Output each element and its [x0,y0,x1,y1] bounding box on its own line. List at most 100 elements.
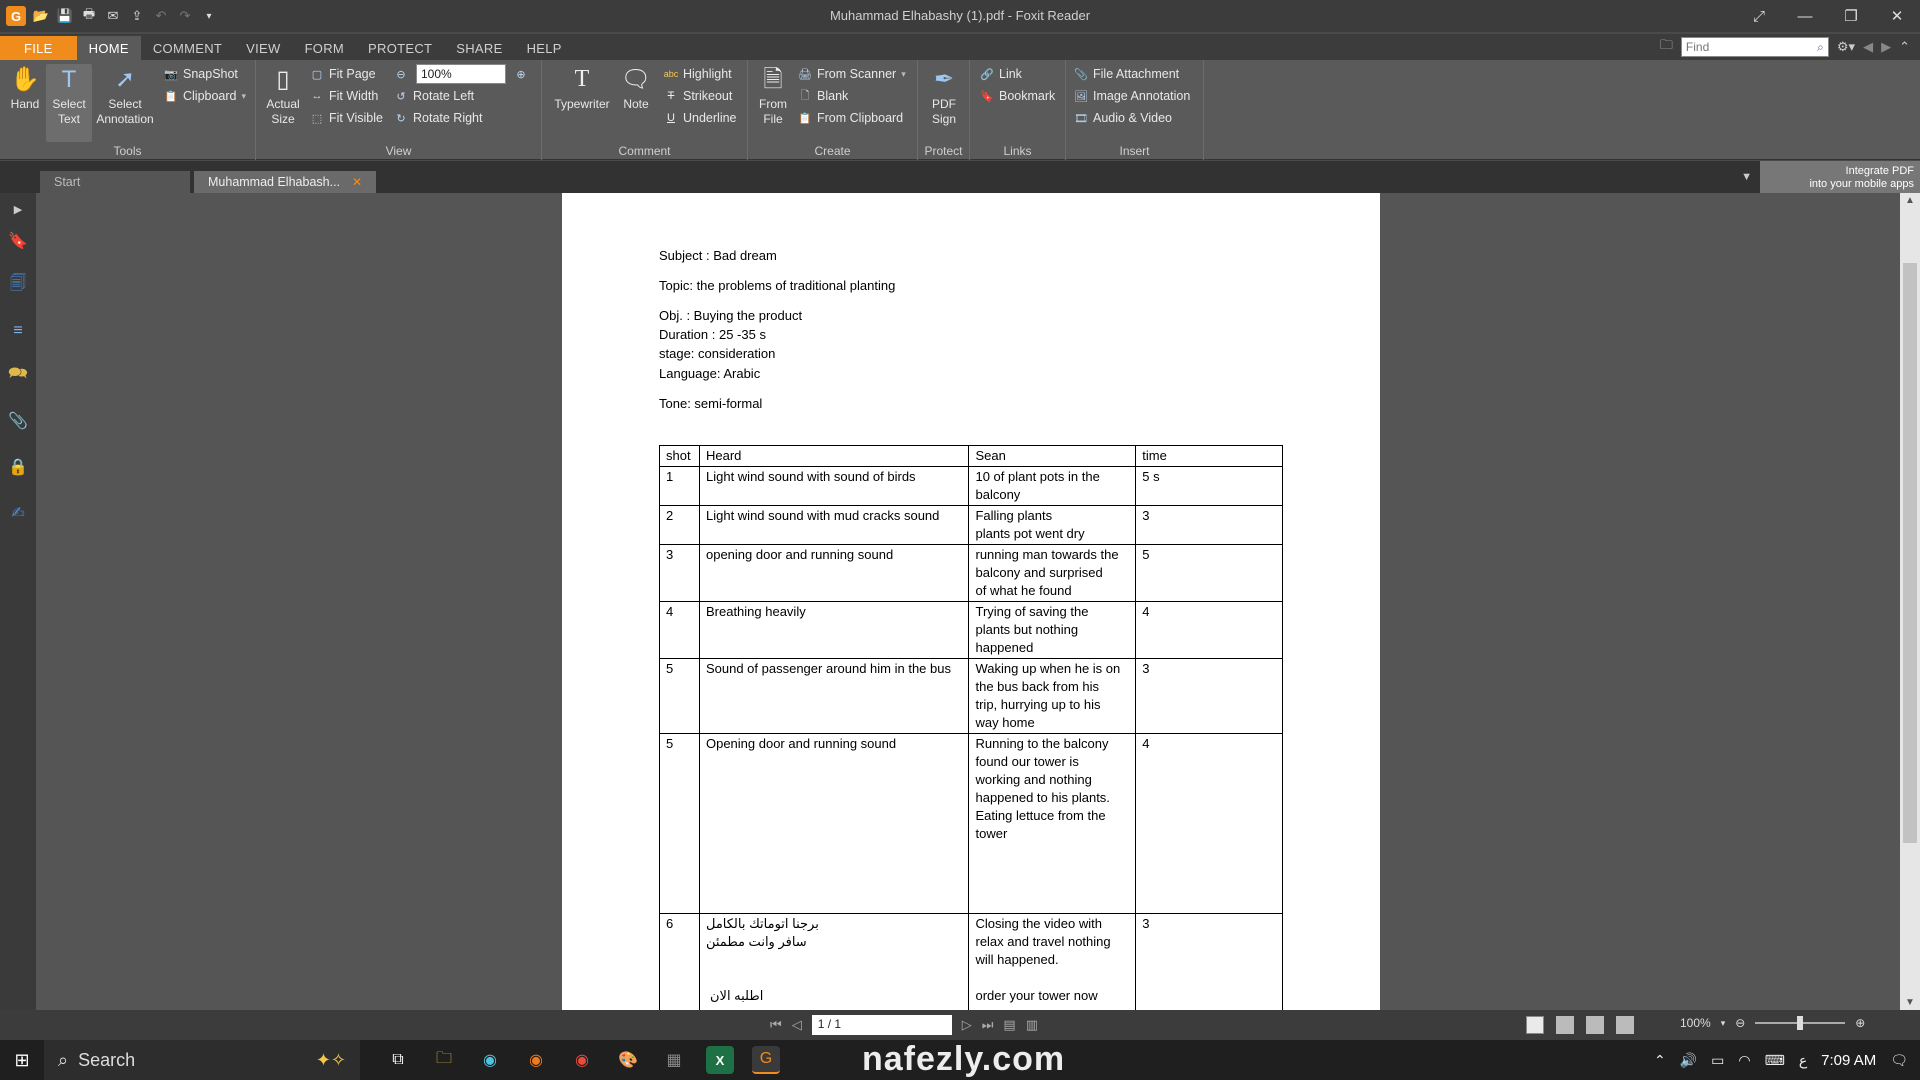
tab-file[interactable]: FILE [0,36,77,60]
zoom-out-icon[interactable]: ⊖ [394,64,408,84]
collapse-ribbon-icon[interactable]: ⌃ [1899,39,1910,55]
select-annotation-button[interactable]: ➚ Select Annotation [96,64,153,127]
security-lock-icon[interactable]: 🔒 [6,455,30,479]
close-tab-icon[interactable]: ✕ [352,175,362,189]
tab-list-chevron-icon[interactable]: ▼ [1741,171,1752,183]
rotate-right-button[interactable]: ↻ Rotate Right [394,108,482,128]
tab-start[interactable]: Start [40,171,190,193]
comments-panel-icon[interactable]: 🗪 [6,363,30,387]
fit-width-button[interactable]: ↔ Fit Width [310,86,379,106]
vertical-scrollbar[interactable]: ▲ ▼ [1900,193,1920,1010]
audio-video-button[interactable]: 🎞 Audio & Video [1074,108,1172,128]
zoom-chevron-down-icon[interactable]: ▾ [1721,1018,1726,1029]
next-result-icon[interactable]: ▶ [1881,39,1891,55]
foxit-reader-taskbar-icon[interactable]: G [752,1046,780,1074]
email-icon[interactable]: ✉ [104,7,122,25]
link-button[interactable]: 🔗 Link [980,64,1022,84]
foxit-logo-icon[interactable]: G [6,6,26,26]
next-page-icon[interactable]: ▷ [962,1017,972,1033]
scroll-down-icon[interactable]: ▼ [1900,997,1920,1008]
print-icon[interactable]: 🖶 [80,6,98,25]
previous-result-icon[interactable]: ◀ [1863,39,1873,55]
keyboard-icon[interactable]: ⌨ [1765,1052,1785,1069]
attachments-panel-icon[interactable]: 📎 [6,409,30,433]
volume-icon[interactable]: 🔊 [1680,1052,1697,1069]
save-icon[interactable]: 💾 [56,7,74,25]
image-annotation-button[interactable]: 🖼 Image Annotation [1074,86,1190,106]
zoom-in-icon[interactable]: ⊕ [514,64,528,84]
highlight-button[interactable]: abc Highlight [664,64,732,84]
firefox-icon[interactable]: ◉ [522,1046,550,1074]
search-folder-icon[interactable]: 🗀 [1660,36,1673,58]
bookmark-button[interactable]: 🔖 Bookmark [980,86,1055,106]
clock[interactable]: 7:09 AM [1821,1052,1876,1069]
edge-browser-icon[interactable]: ◉ [476,1046,504,1074]
tab-share[interactable]: SHARE [444,36,514,60]
rotate-left-button[interactable]: ↺ Rotate Left [394,86,474,106]
spread-view-icon[interactable]: ▥ [1026,1017,1038,1033]
pdf-sign-button[interactable]: ✒ PDF Sign [921,64,967,127]
continuous-facing-view-icon[interactable] [1616,1016,1634,1034]
last-page-icon[interactable]: ⏭ [982,1017,994,1033]
expand-panel-icon[interactable]: ▶ [6,197,30,221]
windows-start-icon[interactable]: ⊞ [0,1040,44,1080]
scroll-thumb[interactable] [1903,263,1917,843]
pages-panel-icon[interactable]: 🗐 [6,273,30,297]
previous-page-icon[interactable]: ◁ [792,1017,802,1033]
restore-button[interactable]: ❐ [1828,0,1874,32]
tab-help[interactable]: HELP [515,36,574,60]
zoom-out-status-icon[interactable]: ⊖ [1735,1016,1745,1030]
tab-form[interactable]: FORM [293,36,356,60]
excel-icon[interactable]: X [706,1046,734,1074]
tab-home[interactable]: HOME [76,36,141,60]
zoom-slider[interactable] [1755,1016,1846,1030]
zoom-in-status-icon[interactable]: ⊕ [1855,1016,1865,1030]
single-page-view-icon[interactable] [1526,1016,1544,1034]
actual-size-button[interactable]: ▯ Actual Size [260,64,306,127]
file-explorer-icon[interactable]: 🗀 [430,1046,458,1074]
tab-current-document[interactable]: Muhammad Elhabash... ✕ [194,171,376,193]
tab-protect[interactable]: PROTECT [356,36,444,60]
note-button[interactable]: 🗨 Note [616,64,656,112]
hand-tool-button[interactable]: ✋ Hand [2,64,48,112]
clipboard-button[interactable]: 📋 Clipboard ▾ [164,86,246,106]
from-clipboard-button[interactable]: 📋 From Clipboard [798,108,903,128]
close-button[interactable]: ✕ [1874,0,1920,32]
undo-icon[interactable]: ↶ [152,7,170,25]
calculator-icon[interactable]: ▦ [660,1046,688,1074]
snapshot-button[interactable]: 📷 SnapShot [164,64,238,84]
strikeout-button[interactable]: T Strikeout [664,86,733,106]
zoom-input[interactable]: 100% [416,64,506,84]
fit-visible-button[interactable]: ⬚ Fit Visible [310,108,383,128]
tab-view[interactable]: VIEW [234,36,292,60]
customize-toolbar-icon[interactable]: ▾ [200,7,218,25]
scroll-up-icon[interactable]: ▲ [1900,195,1920,206]
underline-button[interactable]: U Underline [664,108,737,128]
fullscreen-icon[interactable]: ⤢ [1736,0,1782,32]
input-language[interactable]: ع [1799,1052,1807,1069]
minimize-button[interactable]: — [1782,0,1828,32]
chevron-up-icon[interactable]: ⌃ [1654,1052,1666,1069]
tab-comment[interactable]: COMMENT [141,36,234,60]
from-file-button[interactable]: 🗎 From File [750,64,796,127]
select-text-button[interactable]: T Select Text [46,64,92,142]
signature-panel-icon[interactable]: ✍ [6,501,30,525]
battery-icon[interactable]: ▭ [1711,1052,1724,1069]
promo-banner[interactable]: Integrate PDF into your mobile apps [1760,161,1920,193]
export-icon[interactable]: ⇪ [128,7,146,25]
fit-page-button[interactable]: ▢ Fit Page [310,64,376,84]
facing-view-icon[interactable] [1586,1016,1604,1034]
page-number-input[interactable]: 1 / 1 [811,1015,952,1035]
notification-icon[interactable]: 🗨 [1890,1052,1908,1069]
first-page-icon[interactable]: ⏮ [770,1017,782,1033]
gear-icon[interactable]: ⚙▾ [1837,39,1855,55]
zoom-level[interactable]: 100% [1680,1016,1711,1030]
typewriter-button[interactable]: T Typewriter [548,64,616,112]
redo-icon[interactable]: ↷ [176,7,194,25]
paint-app-icon[interactable]: 🎨 [614,1046,642,1074]
find-input[interactable]: Find ⌕ [1680,37,1829,57]
task-view-icon[interactable]: ⧉ [384,1046,412,1074]
single-page-icon[interactable]: ▤ [1003,1017,1015,1033]
search-icon[interactable]: ⌕ [1817,40,1824,55]
taskbar-search[interactable]: ⌕ Search ✦✧ [44,1040,360,1080]
